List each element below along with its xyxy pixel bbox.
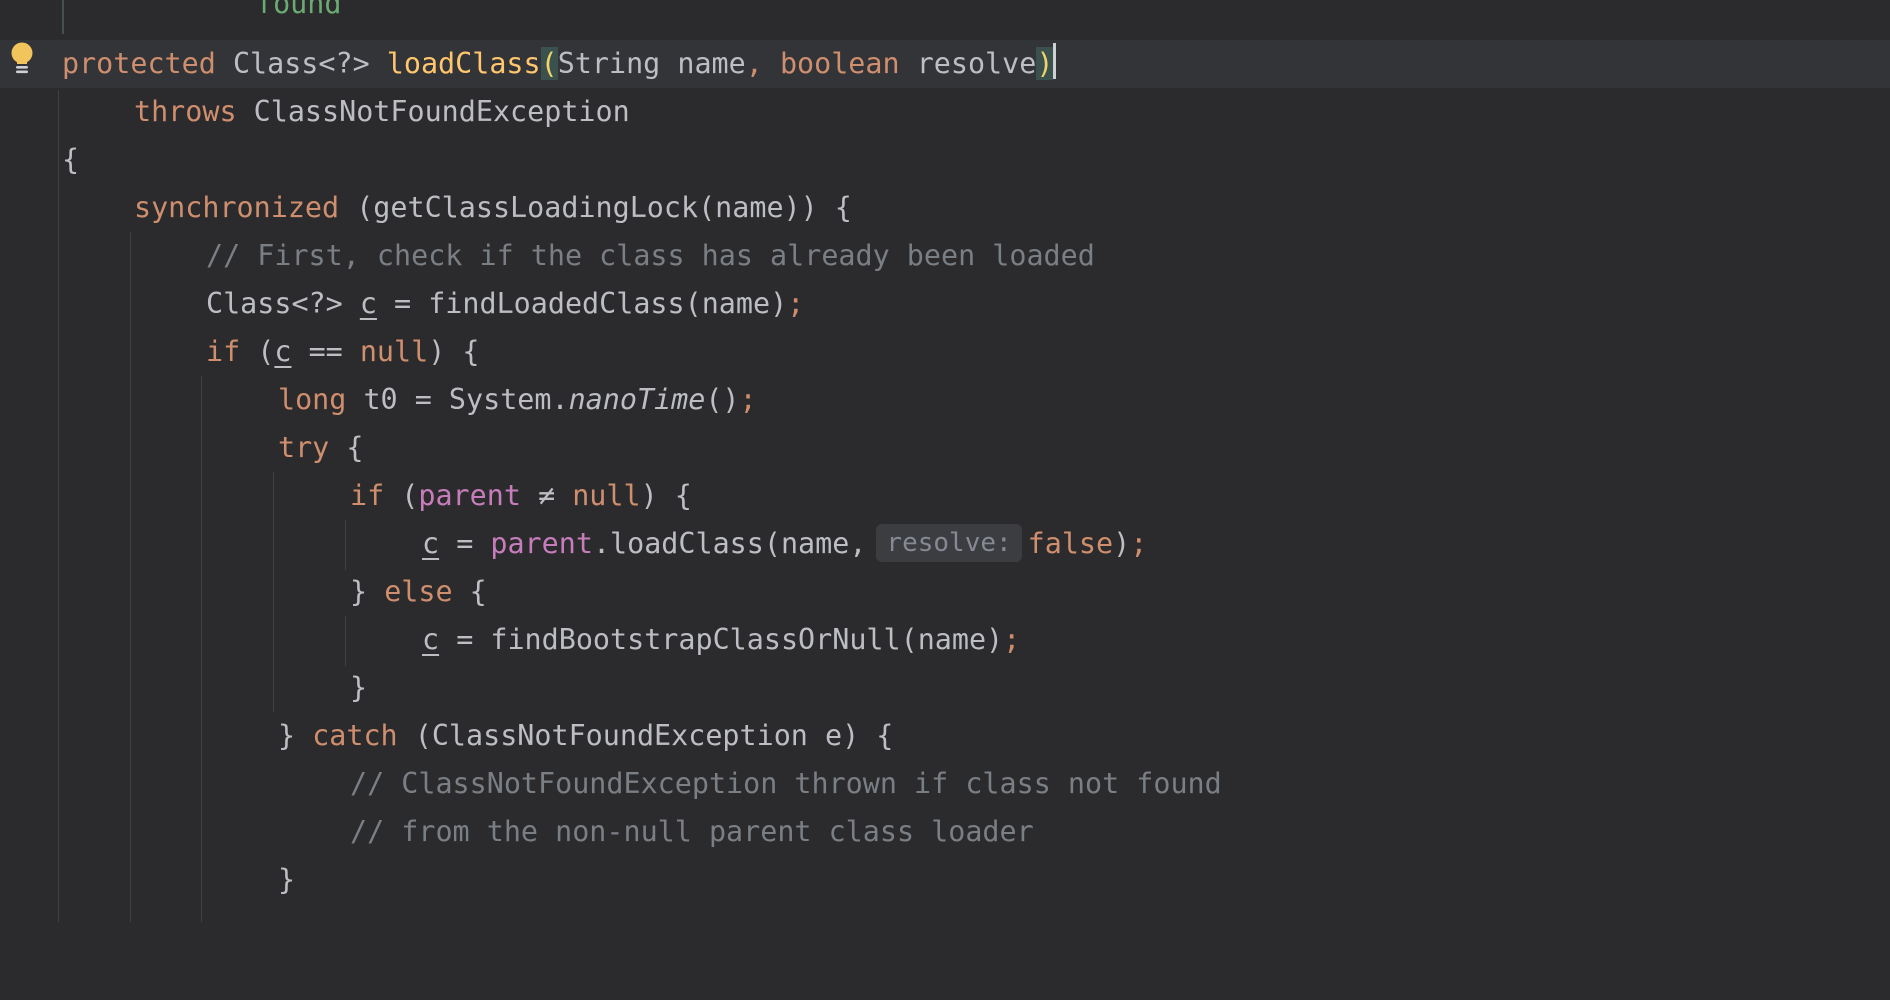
lightbulb-icon[interactable] <box>8 41 36 77</box>
code-text: ) { <box>428 335 480 368</box>
comma: , <box>745 47 763 80</box>
comment: // ClassNotFoundException thrown if clas… <box>350 767 1222 800</box>
semicolon: ; <box>739 383 757 416</box>
variable: c <box>274 335 292 368</box>
code-line[interactable]: synchronized (getClassLoadingLock(name))… <box>0 184 1890 232</box>
operator: ≠ <box>538 479 556 512</box>
method-name: loadClass <box>386 47 541 80</box>
code-line[interactable]: { <box>0 136 1890 184</box>
code-line[interactable]: } <box>0 664 1890 712</box>
keyword: try <box>278 431 330 464</box>
code-text: .loadClass(name, <box>592 527 867 560</box>
param-type: String <box>557 47 661 80</box>
code-line[interactable]: if (parent ≠ null) { <box>0 472 1890 520</box>
variable: c <box>422 527 440 560</box>
type: Class<?> <box>232 47 370 80</box>
code-line[interactable]: } <box>0 856 1890 904</box>
keyword: catch <box>312 719 398 752</box>
code-text: { <box>62 143 80 176</box>
keyword: null <box>359 335 429 368</box>
variable: c <box>422 623 440 656</box>
code-text: () <box>705 383 740 416</box>
brace: { <box>469 575 487 608</box>
brace: } <box>278 863 296 896</box>
param-name: name <box>677 47 746 80</box>
matched-paren: ) <box>1036 47 1054 80</box>
brace: } <box>350 671 368 704</box>
operator: = <box>456 527 474 560</box>
comment: // First, check if the class has already… <box>206 239 1095 272</box>
paren: ( <box>401 479 419 512</box>
code-line[interactable]: long t0 = System.nanoTime(); <box>0 376 1890 424</box>
keyword: false <box>1027 527 1114 560</box>
paren: ) <box>1113 527 1131 560</box>
text-caret <box>1053 43 1057 79</box>
keyword: if <box>206 335 241 368</box>
field: parent <box>490 527 593 560</box>
code-line[interactable]: } else { <box>0 568 1890 616</box>
keyword: boolean <box>779 47 900 80</box>
code-text: = findLoadedClass(name) <box>394 287 788 320</box>
code-text: t0 = System. <box>363 383 569 416</box>
keyword: throws <box>134 95 237 128</box>
paren: ( <box>257 335 275 368</box>
brace: } <box>278 719 296 752</box>
code-line[interactable]: found <box>0 0 1890 28</box>
matched-paren: ( <box>540 47 558 80</box>
param-name: resolve <box>916 47 1037 80</box>
code-line[interactable]: } catch (ClassNotFoundException e) { <box>0 712 1890 760</box>
code-text: (ClassNotFoundException e) { <box>414 719 894 752</box>
semicolon: ; <box>1003 623 1021 656</box>
variable: c <box>359 287 377 320</box>
code-line[interactable]: c = findBootstrapClassOrNull(name); <box>0 616 1890 664</box>
code-line[interactable]: // from the non-null parent class loader <box>0 808 1890 856</box>
keyword: long <box>278 383 347 416</box>
code-text: ) { <box>640 479 692 512</box>
code-line[interactable]: if (c == null) { <box>0 328 1890 376</box>
comment: // from the non-null parent class loader <box>350 815 1034 848</box>
code-line[interactable]: // First, check if the class has already… <box>0 232 1890 280</box>
code-text: { <box>346 431 364 464</box>
keyword: if <box>350 479 385 512</box>
code-line-current[interactable]: protected Class<?> loadClass(String name… <box>0 40 1890 88</box>
code-line[interactable]: c = parent.loadClass(name, resolve: false)… <box>0 520 1890 568</box>
semicolon: ; <box>787 287 805 320</box>
code-text: (getClassLoadingLock(name)) { <box>356 191 852 224</box>
operator: == <box>308 335 343 368</box>
code-text: found <box>256 0 342 20</box>
keyword: synchronized <box>134 191 340 224</box>
code-line[interactable]: throws ClassNotFoundException <box>0 88 1890 136</box>
type: Class<?> <box>206 287 343 320</box>
field: parent <box>418 479 521 512</box>
keyword: protected <box>62 47 216 80</box>
brace: } <box>350 575 368 608</box>
code-line[interactable]: try { <box>0 424 1890 472</box>
semicolon: ; <box>1130 527 1148 560</box>
keyword: else <box>384 575 453 608</box>
keyword: null <box>572 479 641 512</box>
parameter-hint[interactable]: resolve: <box>876 524 1022 562</box>
code-text: ClassNotFoundException <box>253 95 630 128</box>
code-line[interactable]: Class<?> c = findLoadedClass(name); <box>0 280 1890 328</box>
code-line[interactable]: // ClassNotFoundException thrown if clas… <box>0 760 1890 808</box>
code-editor[interactable]: found protected Class<?> loadClass(Strin… <box>0 0 1890 922</box>
static-method: nanoTime <box>568 383 706 416</box>
code-text: = findBootstrapClassOrNull(name) <box>456 623 1004 656</box>
